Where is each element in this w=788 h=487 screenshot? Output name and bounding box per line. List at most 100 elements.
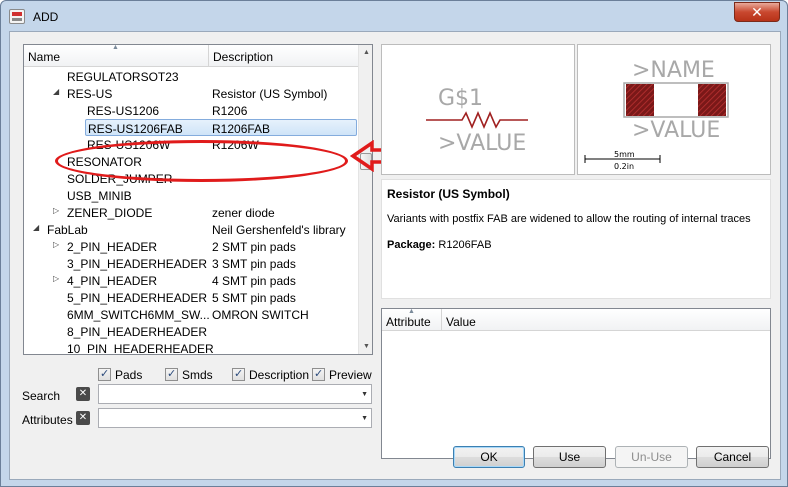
expanded-arrow-icon[interactable]: ◢ [53,87,63,96]
column-name-label: Name [28,50,61,64]
column-header-value[interactable]: Value [442,309,542,331]
pads-checkbox[interactable]: Pads [98,367,143,382]
scroll-up-arrow-icon[interactable]: ▲ [359,45,372,60]
tree-row-res-us1206[interactable]: RES-US1206 R1206 [24,102,359,119]
tree-row-name: 2_PIN_HEADER [67,240,158,254]
window-title: ADD [33,10,59,24]
attributes-filter-input[interactable]: ▼ [98,408,372,428]
tree-row-fablab[interactable]: ◢ FabLab Neil Gershenfeld's library [24,221,359,238]
checkbox-checked-icon[interactable] [312,367,325,382]
use-button[interactable]: Use [533,446,606,468]
column-attribute-label: Attribute [386,315,431,329]
resistor-symbol-icon [426,110,528,130]
tree-row-description: 2 SMT pin pads [212,240,296,254]
tree-row-5-pin-headerheader[interactable]: 5_PIN_HEADERHEADER 5 SMT pin pads [24,289,359,306]
symbol-preview: G$1 >VALUE [381,44,575,175]
tree-row-name: RES-US1206 [87,104,160,118]
package-preview: >NAME >VALUE 5mm 0.2in [577,44,771,175]
column-header-name[interactable]: ▲ Name [24,45,209,67]
checkbox-checked-icon[interactable] [165,367,178,382]
collapsed-arrow-icon[interactable]: ▷ [53,206,63,215]
column-value-label: Value [446,315,476,329]
package-value: R1206FAB [438,239,492,251]
description-checkbox[interactable]: Description [232,367,310,382]
attributes-table[interactable]: ▲ Attribute Value [381,308,771,459]
dialog-client-area: ▲ Name Description REGULATORSOT23 ◢ RES-… [9,31,781,480]
column-header-attribute[interactable]: ▲ Attribute [382,308,442,331]
library-tree[interactable]: ▲ Name Description REGULATORSOT23 ◢ RES-… [23,44,373,355]
dropdown-arrow-icon[interactable]: ▼ [361,391,368,398]
dropdown-arrow-icon[interactable]: ▼ [361,415,368,422]
tree-row-8-pin-headerheader[interactable]: 8_PIN_HEADERHEADER [24,323,359,340]
symbol-value-label: >VALUE [438,131,526,156]
smds-label: Smds [182,367,213,382]
tree-row-name: RES-US1206FAB [88,122,183,136]
cancel-button[interactable]: Cancel [696,446,769,468]
pads-label: Pads [115,367,143,382]
expanded-arrow-icon[interactable]: ◢ [33,223,43,232]
scroll-down-arrow-icon[interactable]: ▼ [359,339,372,354]
attributes-header: ▲ Attribute Value [382,308,770,331]
title-bar: ADD ✕ [1,1,787,31]
tree-row-regulatorsot23[interactable]: REGULATORSOT23 [24,68,359,85]
tree-row-name: REGULATORSOT23 [67,70,179,84]
checkbox-checked-icon[interactable] [232,367,245,382]
search-input[interactable]: ▼ [98,384,372,404]
tree-row-name: 6MM_SWITCH6MM_SW... [67,308,210,322]
description-label: Description [249,367,310,382]
tree-row-name: ZENER_DIODE [67,206,153,220]
symbol-name-label: G$1 [438,86,483,111]
tree-row-6mm-switch[interactable]: 6MM_SWITCH6MM_SW... OMRON SWITCH [24,306,359,323]
tree-row-name: 8_PIN_HEADERHEADER [67,325,208,339]
tree-row-description: Neil Gershenfeld's library [212,223,346,237]
package-line: Package: R1206FAB [387,239,492,251]
description-title: Resistor (US Symbol) [387,187,510,201]
column-header-description[interactable]: Description [209,45,359,67]
close-button[interactable]: ✕ [734,2,780,22]
search-label: Search [22,389,61,403]
tree-row-description: Resistor (US Symbol) [212,87,328,101]
package-pad-right [698,84,726,116]
ok-button[interactable]: OK [453,446,525,468]
description-panel: Resistor (US Symbol) Variants with postf… [381,179,771,299]
tree-row-4-pin-header[interactable]: ▷ 4_PIN_HEADER 4 SMT pin pads [24,272,359,289]
clear-attributes-icon[interactable]: ✕ [76,411,90,425]
collapsed-arrow-icon[interactable]: ▷ [53,240,63,249]
tree-row-res-us1206fab[interactable]: RES-US1206FAB R1206FAB [85,119,357,136]
preview-label: Preview [329,367,372,382]
smds-checkbox[interactable]: Smds [165,367,213,382]
add-dialog-window: ADD ✕ ▲ Name Description REGULATORSOT23 … [0,0,788,487]
tree-row-name: 10_PIN_HEADERHEADER [67,342,214,355]
tree-header: ▲ Name Description [24,45,372,67]
description-text: Variants with postfix FAB are widened to… [387,213,751,225]
tree-row-res-us[interactable]: ◢ RES-US Resistor (US Symbol) [24,85,359,102]
tree-row-description: 5 SMT pin pads [212,291,296,305]
unuse-button[interactable]: Un-Use [615,446,688,468]
checkbox-checked-icon[interactable] [98,367,111,382]
preview-checkbox[interactable]: Preview [312,367,372,382]
scale-bar-mm: 5mm [614,150,635,159]
tree-row-3-pin-headerheader[interactable]: 3_PIN_HEADERHEADER 3 SMT pin pads [24,255,359,272]
scale-bar-in: 0.2in [614,162,634,171]
column-description-label: Description [213,50,274,64]
clear-search-icon[interactable]: ✕ [76,387,90,401]
tree-row-description: OMRON SWITCH [212,308,309,322]
tree-row-name: FabLab [47,223,88,237]
tree-row-name: RES-US [67,87,113,101]
tree-row-description: 4 SMT pin pads [212,274,296,288]
package-name-label: >NAME [632,58,715,83]
tree-row-name: 4_PIN_HEADER [67,274,158,288]
tree-row-usb-minib[interactable]: USB_MINIB [24,187,359,204]
tree-row-description: R1206FAB [212,122,271,136]
tree-row-name: 3_PIN_HEADERHEADER [67,257,208,271]
collapsed-arrow-icon[interactable]: ▷ [53,274,63,283]
tree-row-name: USB_MINIB [67,189,132,203]
tree-row-10-pin-headerheader[interactable]: 10_PIN_HEADERHEADER [24,340,359,355]
tree-row-2-pin-header[interactable]: ▷ 2_PIN_HEADER 2 SMT pin pads [24,238,359,255]
tree-row-description: zener diode [212,206,275,220]
package-pad-left [626,84,654,116]
tree-row-zener-diode[interactable]: ▷ ZENER_DIODE zener diode [24,204,359,221]
package-label: Package: [387,239,436,251]
package-value-label: >VALUE [632,118,720,143]
tree-vertical-scrollbar[interactable]: ▲ ▼ [358,45,372,354]
